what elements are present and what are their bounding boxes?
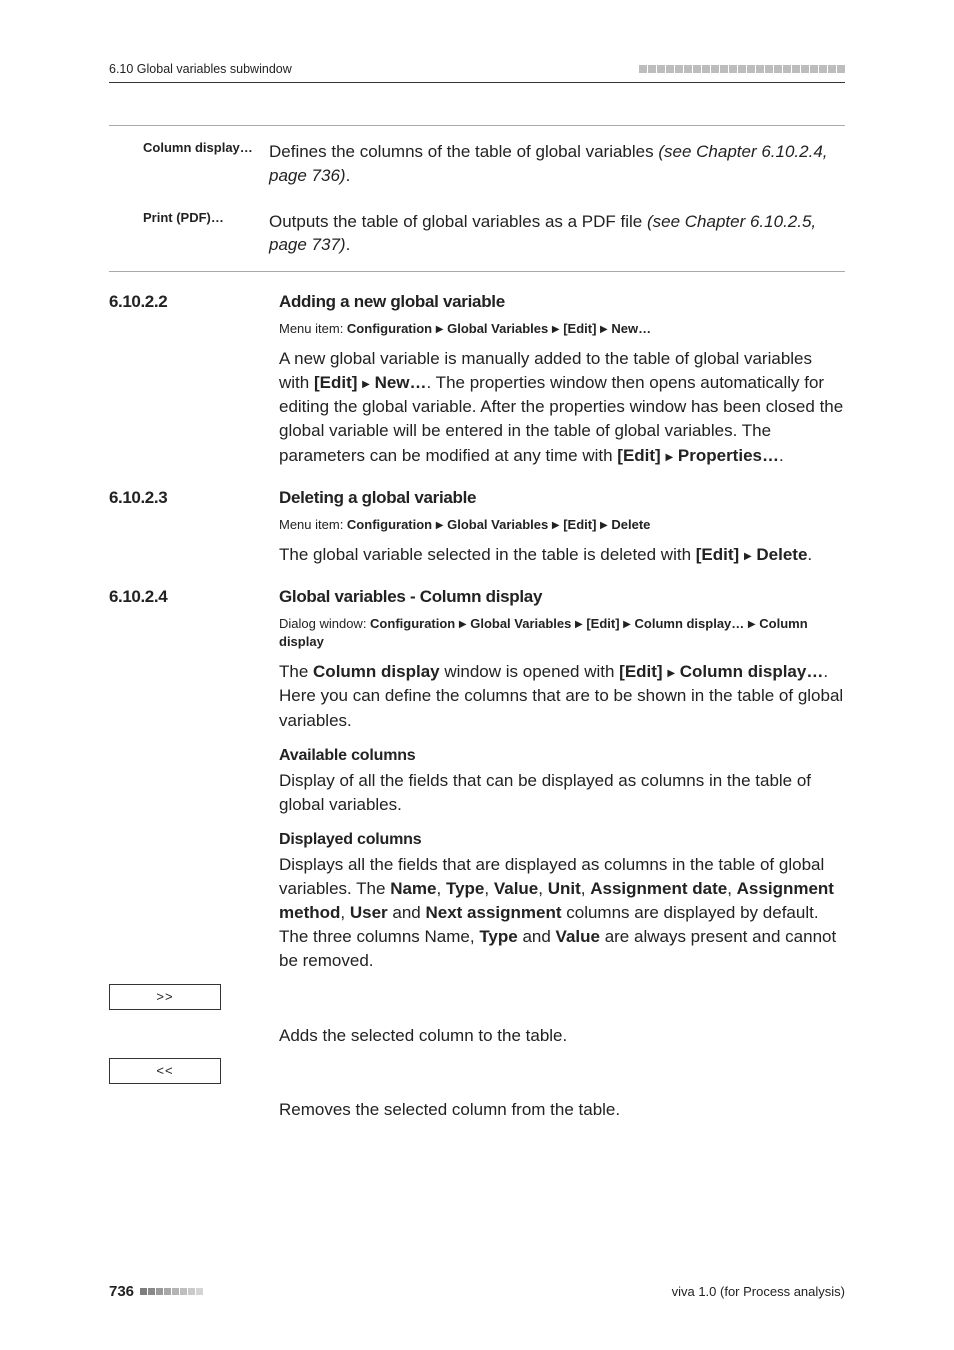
footer-product: viva 1.0 (for Process analysis) <box>672 1284 845 1299</box>
options-table: Column display… Defines the columns of t… <box>109 125 845 272</box>
option-label: Column display… <box>109 140 269 188</box>
table-row: Print (PDF)… Outputs the table of global… <box>109 202 845 272</box>
menu-path: Dialog window: Configuration ▶ Global Va… <box>279 615 845 653</box>
chevron-left-icon: << <box>156 1063 173 1078</box>
section-heading: 6.10.2.2 Adding a new global variable <box>109 292 845 312</box>
subheading-available-columns: Available columns <box>279 747 845 765</box>
header-divider <box>109 82 845 83</box>
section-title: Adding a new global variable <box>279 292 505 312</box>
option-description: Outputs the table of global variables as… <box>269 210 845 258</box>
paragraph: Display of all the fields that can be di… <box>279 769 845 817</box>
footer-decoration <box>140 1288 204 1295</box>
page-number: 736 <box>109 1283 134 1300</box>
paragraph: Displays all the fields that are display… <box>279 853 845 974</box>
section-number: 6.10.2.4 <box>109 587 279 607</box>
chevron-right-icon: >> <box>156 989 173 1004</box>
option-description: Defines the columns of the table of glob… <box>269 140 845 188</box>
menu-path: Menu item: Configuration ▶ Global Variab… <box>279 320 845 339</box>
menu-path: Menu item: Configuration ▶ Global Variab… <box>279 516 845 535</box>
section-title: Global variables - Column display <box>279 587 542 607</box>
button-description: Removes the selected column from the tab… <box>279 1098 845 1122</box>
section-number: 6.10.2.3 <box>109 488 279 508</box>
page-footer: 736 viva 1.0 (for Process analysis) <box>109 1283 845 1300</box>
paragraph: The Column display window is opened with… <box>279 660 845 732</box>
paragraph: A new global variable is manually added … <box>279 347 845 468</box>
section-heading: 6.10.2.4 Global variables - Column displ… <box>109 587 845 607</box>
table-row: Column display… Defines the columns of t… <box>109 132 845 202</box>
subheading-displayed-columns: Displayed columns <box>279 831 845 849</box>
add-column-button[interactable]: >> <box>109 984 221 1010</box>
paragraph: The global variable selected in the tabl… <box>279 543 845 567</box>
button-description: Adds the selected column to the table. <box>279 1024 845 1048</box>
header-breadcrumb: 6.10 Global variables subwindow <box>109 62 292 76</box>
section-heading: 6.10.2.3 Deleting a global variable <box>109 488 845 508</box>
page-header: 6.10 Global variables subwindow <box>0 62 954 76</box>
remove-column-button[interactable]: << <box>109 1058 221 1084</box>
option-label: Print (PDF)… <box>109 210 269 258</box>
header-decoration <box>638 65 845 73</box>
section-number: 6.10.2.2 <box>109 292 279 312</box>
section-title: Deleting a global variable <box>279 488 476 508</box>
